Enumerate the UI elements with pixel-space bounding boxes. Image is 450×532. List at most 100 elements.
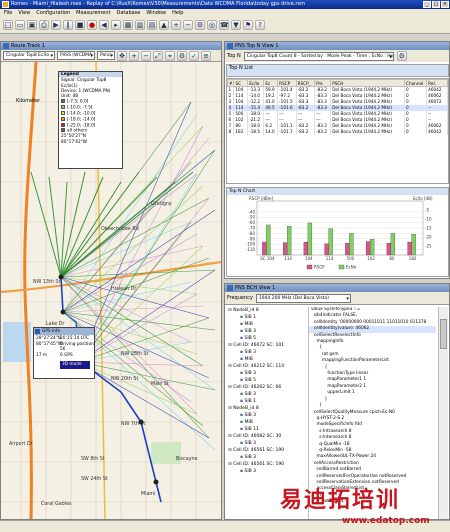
tree-node[interactable]: ⊟ Cell ID: 46212 SC: 114 (226, 363, 306, 370)
tree-node[interactable]: ▪ SIB 1 (226, 398, 306, 405)
tree-node[interactable]: ⊟ Cell ID: 46561 SC: 190 (226, 461, 306, 468)
menu-measurement[interactable]: Measurement (76, 10, 110, 16)
table-icon[interactable]: ▤ (147, 20, 157, 30)
bar-ecno (266, 224, 271, 256)
print-icon[interactable]: ⎙ (39, 20, 49, 30)
tree-node[interactable]: ⊟ NodeB_id 8 (226, 307, 306, 314)
tree-node[interactable]: ▪ MIB (226, 419, 306, 426)
tree-node[interactable]: ▪ SIB 3 (226, 440, 306, 447)
zoom-out-icon[interactable]: − (183, 20, 193, 30)
gps-icon[interactable]: ◎ (207, 20, 217, 30)
column-header[interactable]: # (226, 79, 235, 87)
tree-node[interactable]: ▪ SIB 5 (226, 335, 306, 342)
column-header[interactable]: RSCP (277, 79, 297, 87)
column-header[interactable]: Ec (263, 79, 279, 87)
table-row[interactable]: 8 182 -18.5 14.0 -101.7 -83.2 -83.2 Del Boca Vi… (227, 128, 448, 135)
chart-icon[interactable]: ▥ (135, 20, 145, 30)
column-header[interactable]: PSCH (330, 79, 406, 87)
menu-file[interactable]: File (4, 10, 12, 16)
map-zoom-in-icon[interactable]: + (129, 50, 139, 61)
tree-node[interactable]: ⊟ Cell ID: 46082 SC: 30 (226, 433, 306, 440)
tree-node[interactable]: ▪ MIB (226, 356, 306, 363)
tree-node[interactable]: ▪ SIB 3 (226, 391, 306, 398)
tree-node[interactable]: ▪ SIB 3 (226, 468, 306, 475)
scroll-thumb[interactable] (440, 319, 447, 349)
table-cell: 182 (233, 128, 249, 135)
flag-icon[interactable]: ⚑ (243, 20, 253, 30)
forward-icon[interactable]: ▸ (111, 20, 121, 30)
measure-icon[interactable]: ⌖ (165, 50, 175, 61)
tree-node[interactable]: ⊟ NodeB_id 8 (226, 405, 306, 412)
tree-node[interactable]: ▪ SIB 11 (226, 426, 306, 433)
column-header[interactable]: Ec/Io (247, 79, 265, 87)
tree-node[interactable]: ▪ SIB 3 (226, 370, 306, 377)
topn-settings-icon[interactable]: ⚙ (396, 51, 407, 61)
frequency-select[interactable]: 1944.200 MHz (Del Boca Vista) (255, 293, 351, 303)
base-station-marker[interactable] (60, 309, 66, 315)
menu-database[interactable]: Database (117, 10, 141, 16)
legend-label: EcNo (346, 265, 357, 270)
menu-help[interactable]: Help (172, 10, 183, 16)
tree-node[interactable]: ⊟ Cell ID: 46561 SC: 190 (226, 447, 306, 454)
minimize-button[interactable]: _ (423, 1, 431, 8)
tree-node[interactable]: ▪ SIB 5 (226, 377, 306, 384)
table-cell: Del Boca Vista (1944.2 MHz) (330, 128, 406, 135)
tree-node[interactable]: ▪ SIB 3 (226, 412, 306, 419)
device-select[interactable]: PilSS (WCDMA PN) (57, 51, 95, 60)
column-header[interactable]: Rel. (426, 79, 448, 87)
layers-icon[interactable]: ≡ (201, 50, 211, 61)
phone-icon[interactable]: ☎ (219, 20, 229, 30)
check-icon[interactable]: ✓ (189, 50, 199, 61)
column-header[interactable]: Channel (404, 79, 428, 87)
map-label: Okeechobee Rd (101, 227, 139, 232)
signal-ray (78, 361, 204, 367)
settings-icon[interactable]: ⚙ (195, 20, 205, 30)
filter-icon[interactable]: ▼ (231, 20, 241, 30)
app-icon (2, 1, 9, 8)
tree-node[interactable]: ▪ SIB 1 (226, 314, 306, 321)
map-zoom-out-icon[interactable]: − (141, 50, 151, 61)
legend-label: RSCP (314, 265, 325, 270)
topn-toolbar: Top N Cingular Top8 Count 8 - Sorted by … (225, 50, 449, 62)
signal-select[interactable]: Cingular Top8 Ec/Io (3, 51, 55, 60)
base-station-marker[interactable] (58, 274, 64, 280)
tree-node[interactable]: ⊟ Cell ID: 46262 SC: 66 (226, 384, 306, 391)
menu-window[interactable]: Window (146, 10, 166, 16)
save-icon[interactable]: ▣ (27, 20, 37, 30)
stop-icon[interactable]: ■ (75, 20, 85, 30)
tree-node[interactable]: ▪ SIB 3 (226, 349, 306, 356)
record-icon[interactable]: ● (87, 20, 97, 30)
menu-view[interactable]: View (18, 10, 30, 16)
tree-node-label: SIB 3 (244, 371, 257, 376)
base-station-marker[interactable] (153, 479, 159, 485)
maximize-button[interactable]: □ (432, 1, 440, 8)
zoom-in-icon[interactable]: + (171, 20, 181, 30)
signal-icon[interactable]: ▲ (159, 20, 169, 30)
map-settings-icon[interactable]: ⚙ (177, 50, 187, 61)
help-icon[interactable]: ? (255, 20, 265, 30)
tree-node[interactable]: ▪ MIB (226, 321, 306, 328)
play-icon[interactable]: ▶ (51, 20, 61, 30)
pause-icon[interactable]: ‖ (63, 20, 73, 30)
new-icon[interactable]: □ (3, 20, 13, 30)
column-header[interactable]: Pre (314, 79, 332, 87)
legend-title: Legend (59, 72, 122, 78)
column-header[interactable]: RSCP_ (295, 79, 316, 87)
tree-node[interactable]: ⊟ Cell ID: 46072 SC: 101 (226, 342, 306, 349)
layer-select[interactable]: Polici (97, 51, 115, 60)
pan-icon[interactable]: ✥ (117, 50, 127, 61)
map-label: Miami (141, 492, 156, 497)
topn-select[interactable]: Cingular Top8 Count 8 - Sorted by : Mode… (243, 51, 394, 61)
gps-info-window[interactable]: GPS Info 28°27'24"N 20:15:14 UTC 80°17'4… (33, 327, 95, 379)
map-icon[interactable]: ▦ (123, 20, 133, 30)
map-label: NW 20th St (111, 377, 139, 382)
tree-node[interactable]: ▪ SIB 3 (226, 454, 306, 461)
column-header[interactable]: SC (233, 79, 249, 87)
open-icon[interactable]: ▭ (15, 20, 25, 30)
tree-node[interactable]: ▪ SIB 3 (226, 328, 306, 335)
rewind-icon[interactable]: ◀ (99, 20, 109, 30)
menu-configuration[interactable]: Configuration (36, 10, 70, 16)
close-button[interactable]: × (441, 1, 449, 8)
tree-node-label: SIB 3 (244, 469, 257, 474)
fit-icon[interactable]: ⤢ (153, 50, 163, 61)
